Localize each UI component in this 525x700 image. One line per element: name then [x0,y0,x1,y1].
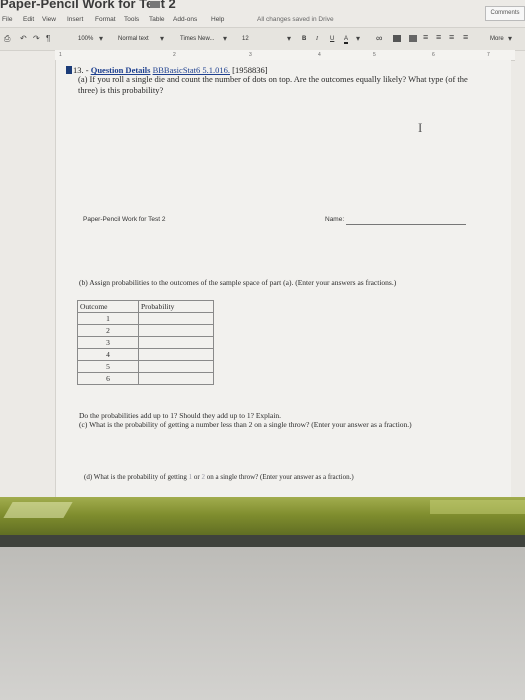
chevron-down-icon[interactable]: ▾ [99,34,103,43]
font-select[interactable]: Times New... [180,36,214,42]
probability-cell[interactable] [138,372,214,385]
chevron-down-icon[interactable]: ▾ [160,34,164,43]
underline-button[interactable]: U [330,36,334,42]
ruler-mark: 5 [373,52,376,58]
font-size-select[interactable]: 12 [242,36,249,42]
document-page[interactable]: 13. - Question Details BBBasicStat6 5.1.… [55,60,511,510]
align-center-icon[interactable]: ≡ [436,32,441,42]
outcome-cell: 5 [77,360,139,373]
outcome-cell: 4 [77,348,139,361]
menu-help[interactable]: Help [211,16,224,23]
table-row: 6 [77,372,214,385]
align-justify-icon[interactable]: ≡ [463,32,468,42]
text-color-button[interactable]: A [344,36,349,44]
image-icon[interactable] [409,35,417,42]
table-row: 3 [77,336,214,349]
toolbar: ⎙ ↶ ↷ ¶ 100% ▾ Normal text ▾ Times New..… [0,27,525,51]
more-button[interactable]: More [490,36,504,42]
menu-bar: File Edit View Insert Format Tools Table… [0,14,480,24]
outcome-cell: 3 [77,336,139,349]
undo-icon[interactable]: ↶ [20,34,27,43]
menu-edit[interactable]: Edit [23,16,34,23]
comment-icon[interactable] [393,35,401,42]
italic-button[interactable]: I [316,36,318,42]
bold-button[interactable]: B [302,36,306,42]
menu-format[interactable]: Format [95,16,116,23]
title-bar: Paper-Pencil Work for Test 2 Comments [0,0,525,21]
ruler-mark: 7 [487,52,490,58]
ruler-mark: 2 [173,52,176,58]
part-d-value: 2 [201,473,206,481]
part-a-text: (a) If you roll a single die and count t… [78,74,468,95]
part-c-block: Do the probabilities add up to 1? Should… [79,411,474,429]
dock-reflection [430,500,525,514]
style-select[interactable]: Normal text [118,36,149,42]
text-cursor-icon: I [418,120,423,135]
ruler-mark: 6 [432,52,435,58]
ruler-mark: 4 [318,52,321,58]
ruler-mark: 1 [59,52,62,58]
name-field-line[interactable] [346,224,466,225]
table-row: 2 [77,324,214,337]
table-row: 4 [77,348,214,361]
chevron-down-icon[interactable]: ▾ [223,34,227,43]
probability-cell[interactable] [138,348,214,361]
part-c-text: (c) What is the probability of getting a… [79,420,412,429]
menu-tools[interactable]: Tools [124,16,139,23]
folder-icon[interactable] [150,1,160,8]
outcome-cell: 1 [77,312,139,325]
paint-format-icon[interactable]: ¶ [46,34,50,43]
menu-table[interactable]: Table [149,16,165,23]
align-right-icon[interactable]: ≡ [449,32,454,42]
table-header-row: Outcome Probability [77,300,214,313]
desk-surface [0,547,525,700]
probability-table: Outcome Probability 1 2 3 4 5 6 [77,300,214,385]
menu-file[interactable]: File [2,16,12,23]
redo-icon[interactable]: ↷ [33,34,40,43]
comments-button[interactable]: Comments [485,6,525,21]
name-label: Name: [325,216,345,223]
part-d-text: (d) What is the probability of getting 1… [84,473,474,482]
outcome-cell: 2 [77,324,139,337]
bookmark-icon [66,66,72,74]
probability-cell[interactable] [138,312,214,325]
dock-reflection [3,502,73,518]
screen: Paper-Pencil Work for Test 2 Comments Fi… [0,0,525,510]
part-d-tail: on a single throw? (Enter your answer as… [206,473,354,481]
zoom-select[interactable]: 100% [78,36,93,42]
probability-header: Probability [138,300,214,313]
probability-cell[interactable] [138,336,214,349]
outcome-cell: 6 [77,372,139,385]
part-b-text: (b) Assign probabilities to the outcomes… [79,278,397,287]
part-d-lead: (d) What is the probability of getting [84,473,187,481]
menu-insert[interactable]: Insert [67,16,83,23]
print-icon[interactable]: ⎙ [4,34,10,44]
probability-cell[interactable] [138,360,214,373]
table-row: 5 [77,360,214,373]
menu-addons[interactable]: Add-ons [173,16,197,23]
chevron-down-icon[interactable]: ▾ [508,34,512,43]
table-row: 1 [77,312,214,325]
sum-question-text: Do the probabilities add up to 1? Should… [79,411,282,420]
link-button[interactable]: ∞ [376,33,382,43]
outcome-header: Outcome [77,300,139,313]
monitor-bezel [0,535,525,547]
page-header: Paper-Pencil Work for Test 2 [83,216,166,223]
part-d-value: 1 [188,473,193,481]
align-left-icon[interactable]: ≡ [423,32,428,42]
ruler-mark: 3 [249,52,252,58]
part-d-or: or [193,473,200,481]
menu-view[interactable]: View [42,16,56,23]
chevron-down-icon[interactable]: ▾ [356,34,360,43]
save-status: All changes saved in Drive [257,16,334,23]
probability-cell[interactable] [138,324,214,337]
chevron-down-icon[interactable]: ▾ [287,34,291,43]
